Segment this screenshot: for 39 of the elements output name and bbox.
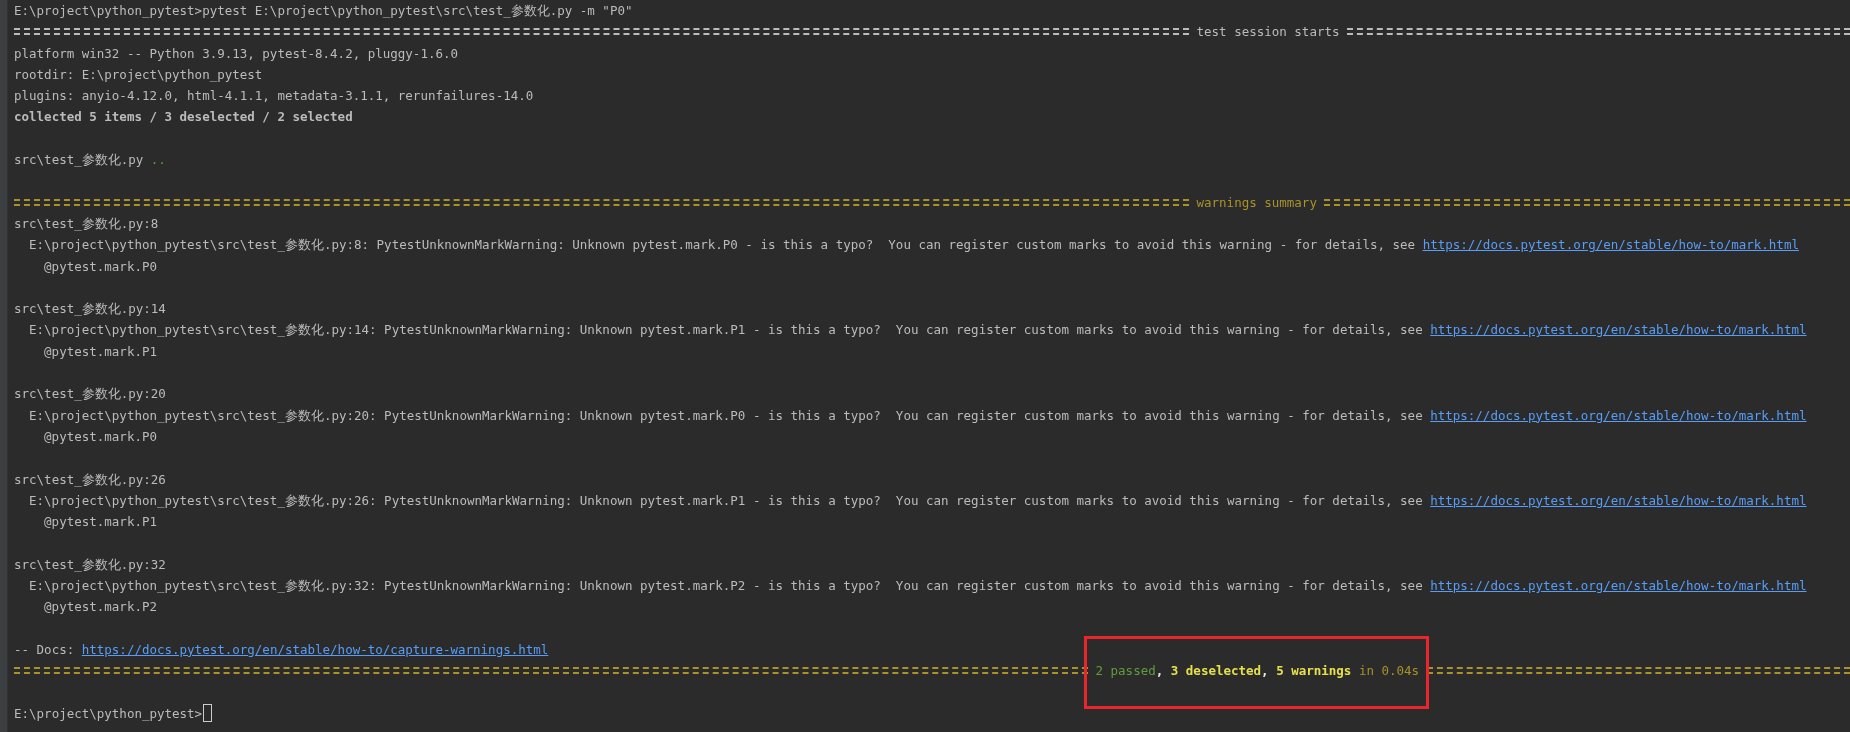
output-line: collected 5 items / 3 deselected / 2 selected: [14, 108, 353, 127]
test-file-path: src\test_参数化.py: [14, 151, 144, 170]
result-text: ,: [1261, 662, 1269, 681]
docs-link[interactable]: https://docs.pytest.org/en/stable/how-to/mark.html: [1430, 575, 1807, 597]
section-title: warnings summary: [1195, 193, 1318, 212]
decorator-text: @pytest.mark.P0: [44, 427, 157, 446]
result-text: 2 passed: [1095, 662, 1156, 681]
output-line: rootdir: E:\project\python_pytest: [14, 65, 263, 84]
docs-link[interactable]: https://docs.pytest.org/en/stable/how-to/mark.html: [1430, 404, 1807, 426]
result-text: ,: [1155, 662, 1164, 681]
docs-label: -- Docs:: [14, 640, 75, 659]
progress-dots: ..: [150, 151, 166, 170]
warning-message: E:\project\python_pytest\src\test_参数化.py:8: PytestUnknownMarkWarning: Unknown pytest.mark.P0 - is this a typo? You can register custom marks to avoid this warning - for details, see: [29, 236, 1416, 255]
decorator-text: @pytest.mark.P2: [44, 598, 157, 617]
warning-location: src\test_参数化.py:32: [14, 555, 166, 574]
docs-link[interactable]: https://docs.pytest.org/en/stable/how-to/mark.html: [1422, 234, 1799, 256]
warning-location: src\test_参数化.py:8: [14, 214, 159, 233]
decorator-text: @pytest.mark.P1: [44, 513, 157, 532]
result-text: 5 warnings: [1276, 662, 1352, 681]
warning-message: E:\project\python_pytest\src\test_参数化.py:32: PytestUnknownMarkWarning: Unknown pytest.mark.P2 - is this a typo? You can register custom marks to avoid this warning - for details, see: [29, 577, 1423, 595]
decorator-text: @pytest.mark.P0: [44, 257, 157, 276]
section-title: test session starts: [1195, 23, 1341, 42]
warning-message: E:\project\python_pytest\src\test_参数化.py:26: PytestUnknownMarkWarning: Unknown pytest.mark.P1 - is this a typo? You can register custom marks to avoid this warning - for details, see: [29, 491, 1423, 510]
warning-message: E:\project\python_pytest\src\test_参数化.py:20: PytestUnknownMarkWarning: Unknown pytest.mark.P0 - is this a typo? You can register custom marks to avoid this warning - for details, see: [29, 406, 1423, 425]
warning-location: src\test_参数化.py:14: [14, 300, 166, 319]
prompt-text: E:\project\python_pytest>: [14, 704, 203, 723]
docs-link[interactable]: https://docs.pytest.org/en/stable/how-to/mark.html: [1430, 319, 1807, 341]
result-text: in 0.04s: [1358, 662, 1420, 681]
decorator-text: @pytest.mark.P1: [44, 342, 157, 361]
command-line: E:\project\python_pytest>pytest E:\project\python_pytest\src\test_参数化.py -m "P0": [14, 2, 633, 20]
result-text: 3 deselected: [1170, 662, 1262, 681]
text-cursor: [203, 704, 213, 723]
output-line: platform win32 -- Python 3.9.13, pytest-8.4.2, pluggy-1.6.0: [14, 44, 458, 63]
warning-location: src\test_参数化.py:26: [14, 470, 166, 489]
docs-link[interactable]: https://docs.pytest.org/en/stable/how-to/mark.html: [1430, 489, 1807, 512]
output-line: plugins: anyio-4.12.0, html-4.1.1, metadata-3.1.1, rerunfailures-14.0: [14, 87, 534, 106]
warning-message: E:\project\python_pytest\src\test_参数化.py:14: PytestUnknownMarkWarning: Unknown pytest.mark.P1 - is this a typo? You can register custom marks to avoid this warning - for details, see: [29, 321, 1423, 340]
docs-link[interactable]: https://docs.pytest.org/en/stable/how-to/capture-warnings.html: [81, 638, 549, 661]
warning-location: src\test_参数化.py:20: [14, 385, 166, 404]
